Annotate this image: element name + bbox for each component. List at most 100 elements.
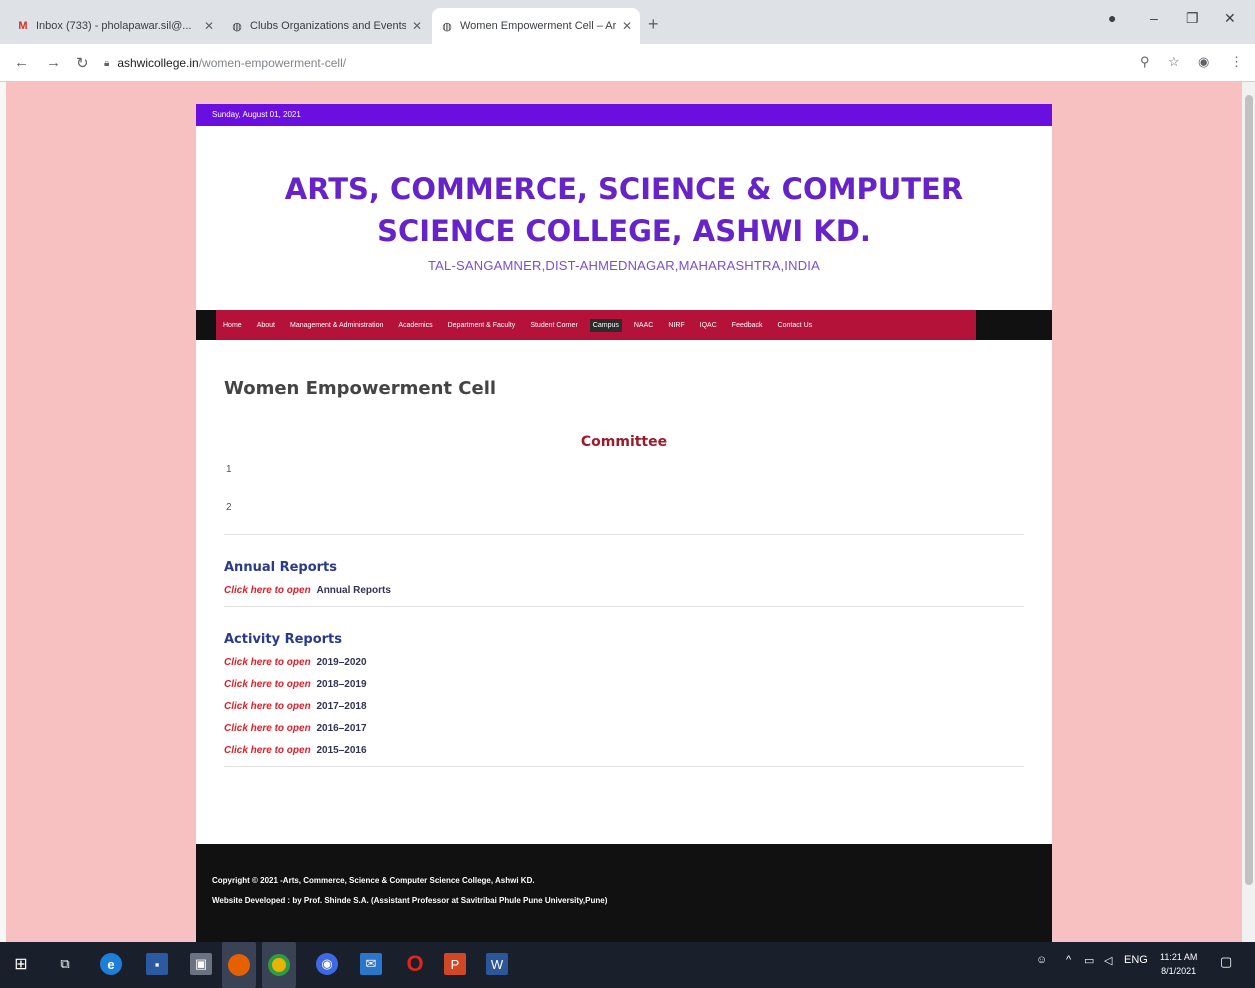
activity-reports-heading: Activity Reports bbox=[224, 632, 343, 647]
activity-report-row: Click here to open 2019–2020 bbox=[224, 657, 367, 668]
forward-icon[interactable]: → bbox=[46, 54, 61, 71]
copyright-text: Copyright © 2021 -Arts, Commerce, Scienc… bbox=[212, 876, 535, 885]
activity-report-link[interactable]: Click here to open bbox=[224, 679, 311, 690]
committee-number: 2 bbox=[226, 502, 232, 513]
site-footer: Copyright © 2021 -Arts, Commerce, Scienc… bbox=[196, 844, 1052, 942]
nav-naac[interactable]: NAAC bbox=[631, 319, 656, 332]
clock-date: 8/1/2021 bbox=[1161, 966, 1197, 976]
nav-contact[interactable]: Contact Us bbox=[775, 319, 816, 332]
windows-taskbar: ⊞ ⧉ e ▪ ▣ ◉ ✉ O P W ☺ ^ ▭ ◁ ENG 11:21 AM… bbox=[0, 942, 1255, 988]
firefox-icon[interactable] bbox=[222, 942, 256, 988]
activity-report-year: 2016–2017 bbox=[316, 723, 367, 734]
mail-icon[interactable]: ✉ bbox=[360, 953, 382, 975]
app-icon[interactable]: ◉ bbox=[316, 953, 338, 975]
address-toolbar: ← → ↻ 🔒︎ ashwicollege.in /women-empowerm… bbox=[0, 44, 1255, 82]
site-title[interactable]: ARTS, COMMERCE, SCIENCE & COMPUTER SCIEN… bbox=[236, 168, 1012, 252]
tab-women-empowerment[interactable]: ◍ Women Empowerment Cell – Ar... ✕ bbox=[432, 8, 640, 44]
tab-title: Clubs Organizations and Events bbox=[250, 20, 406, 32]
nav-management[interactable]: Management & Administration bbox=[287, 319, 386, 332]
committee-number: 1 bbox=[226, 464, 232, 475]
network-icon[interactable]: ▭ bbox=[1084, 954, 1094, 967]
clock-time: 11:21 AM bbox=[1160, 952, 1198, 962]
edge-icon[interactable]: e bbox=[100, 953, 122, 975]
close-icon[interactable]: ✕ bbox=[204, 19, 214, 33]
nav-about[interactable]: About bbox=[254, 319, 278, 332]
activity-report-link[interactable]: Click here to open bbox=[224, 657, 311, 668]
annual-report-label: Annual Reports bbox=[316, 585, 391, 596]
activity-report-row: Click here to open 2015–2016 bbox=[224, 745, 367, 756]
activity-report-row: Click here to open 2017–2018 bbox=[224, 701, 367, 712]
powerpoint-icon[interactable]: P bbox=[444, 953, 466, 975]
tab-inbox[interactable]: M Inbox (733) - pholapawar.sil@... ✕ bbox=[8, 8, 222, 44]
activity-report-row: Click here to open 2018–2019 bbox=[224, 679, 367, 690]
nav-feedback[interactable]: Feedback bbox=[729, 319, 766, 332]
activity-report-year: 2018–2019 bbox=[316, 679, 367, 690]
opera-icon[interactable]: O bbox=[404, 951, 426, 976]
system-clock[interactable]: 11:21 AM 8/1/2021 bbox=[1160, 950, 1197, 978]
tab-clubs[interactable]: ◍ Clubs Organizations and Events ✕ bbox=[222, 8, 430, 44]
activity-report-link[interactable]: Click here to open bbox=[224, 701, 311, 712]
committee-heading: Committee bbox=[580, 434, 668, 450]
menu-kebab-icon[interactable]: ⋮ bbox=[1230, 54, 1243, 70]
globe-icon: ◍ bbox=[232, 20, 242, 33]
new-tab-button[interactable]: + bbox=[648, 14, 659, 35]
profile-indicator-icon[interactable]: ● bbox=[1108, 10, 1116, 26]
nav-menu: Home About Management & Administration A… bbox=[216, 310, 976, 340]
nav-nirf[interactable]: NIRF bbox=[665, 319, 687, 332]
reload-icon[interactable]: ↻ bbox=[76, 54, 89, 72]
nav-iqac[interactable]: IQAC bbox=[697, 319, 720, 332]
back-icon[interactable]: ← bbox=[14, 54, 29, 71]
window-close-button[interactable]: ✕ bbox=[1224, 10, 1236, 27]
annual-report-link[interactable]: Click here to open bbox=[224, 585, 311, 596]
activity-report-year: 2019–2020 bbox=[316, 657, 367, 668]
tab-title: Inbox (733) - pholapawar.sil@... bbox=[36, 20, 192, 32]
activity-report-year: 2017–2018 bbox=[316, 701, 367, 712]
task-view-icon[interactable]: ⧉ bbox=[54, 953, 76, 975]
minimize-button[interactable]: – bbox=[1150, 10, 1158, 26]
gmail-icon: M bbox=[18, 20, 28, 32]
chevron-up-icon[interactable]: ^ bbox=[1066, 954, 1071, 966]
page-title: Women Empowerment Cell bbox=[224, 378, 497, 399]
date-strip: Sunday, August 01, 2021 bbox=[196, 104, 1052, 126]
scrollbar-thumb[interactable] bbox=[1245, 95, 1253, 885]
nav-student-corner[interactable]: Student Corner bbox=[527, 319, 580, 332]
close-icon[interactable]: ✕ bbox=[622, 19, 632, 33]
url-host: ashwicollege.in bbox=[117, 56, 199, 70]
store-icon[interactable]: ▣ bbox=[190, 953, 212, 975]
nav-home[interactable]: Home bbox=[220, 319, 245, 332]
avatar[interactable]: ◉ bbox=[1198, 54, 1209, 70]
current-date: Sunday, August 01, 2021 bbox=[212, 110, 301, 119]
page-viewport: Sunday, August 01, 2021 ARTS, COMMERCE, … bbox=[6, 82, 1242, 942]
activity-report-link[interactable]: Click here to open bbox=[224, 745, 311, 756]
nav-campus[interactable]: Campus bbox=[589, 318, 622, 332]
windows-start-icon[interactable]: ⊞ bbox=[10, 953, 32, 975]
close-icon[interactable]: ✕ bbox=[412, 19, 422, 33]
main-nav: Home About Management & Administration A… bbox=[196, 310, 1052, 340]
url-path: /women-empowerment-cell/ bbox=[198, 56, 347, 70]
people-icon[interactable]: ☺ bbox=[1036, 954, 1047, 966]
site-tagline: TAL-SANGAMNER,DIST-AHMEDNAGAR,MAHARASHTR… bbox=[428, 258, 820, 273]
activity-report-row: Click here to open 2016–2017 bbox=[224, 723, 367, 734]
restore-button[interactable]: ❐ bbox=[1186, 10, 1199, 27]
url-field[interactable]: 🔒︎ ashwicollege.in /women-empowerment-ce… bbox=[104, 52, 1114, 74]
language-indicator[interactable]: ENG bbox=[1124, 954, 1148, 966]
zoom-icon[interactable]: ⚲ bbox=[1140, 54, 1150, 70]
divider bbox=[224, 766, 1024, 767]
divider bbox=[224, 534, 1024, 535]
chrome-icon[interactable] bbox=[262, 942, 296, 988]
annual-reports-heading: Annual Reports bbox=[224, 560, 338, 575]
star-icon[interactable]: ☆ bbox=[1168, 54, 1180, 70]
site-container: Sunday, August 01, 2021 ARTS, COMMERCE, … bbox=[196, 104, 1052, 942]
app-icon[interactable]: ▪ bbox=[146, 953, 168, 975]
browser-tab-strip: M Inbox (733) - pholapawar.sil@... ✕ ◍ C… bbox=[0, 0, 1255, 44]
tab-title: Women Empowerment Cell – Ar... bbox=[460, 20, 616, 32]
notification-icon[interactable]: ▢ bbox=[1220, 954, 1232, 970]
nav-academics[interactable]: Academics bbox=[395, 319, 435, 332]
divider bbox=[224, 606, 1024, 607]
nav-department[interactable]: Department & Faculty bbox=[445, 319, 519, 332]
globe-icon: ◍ bbox=[442, 20, 452, 33]
lock-icon: 🔒︎ bbox=[104, 57, 110, 69]
activity-report-link[interactable]: Click here to open bbox=[224, 723, 311, 734]
volume-icon[interactable]: ◁ bbox=[1104, 954, 1112, 967]
word-icon[interactable]: W bbox=[486, 953, 508, 975]
